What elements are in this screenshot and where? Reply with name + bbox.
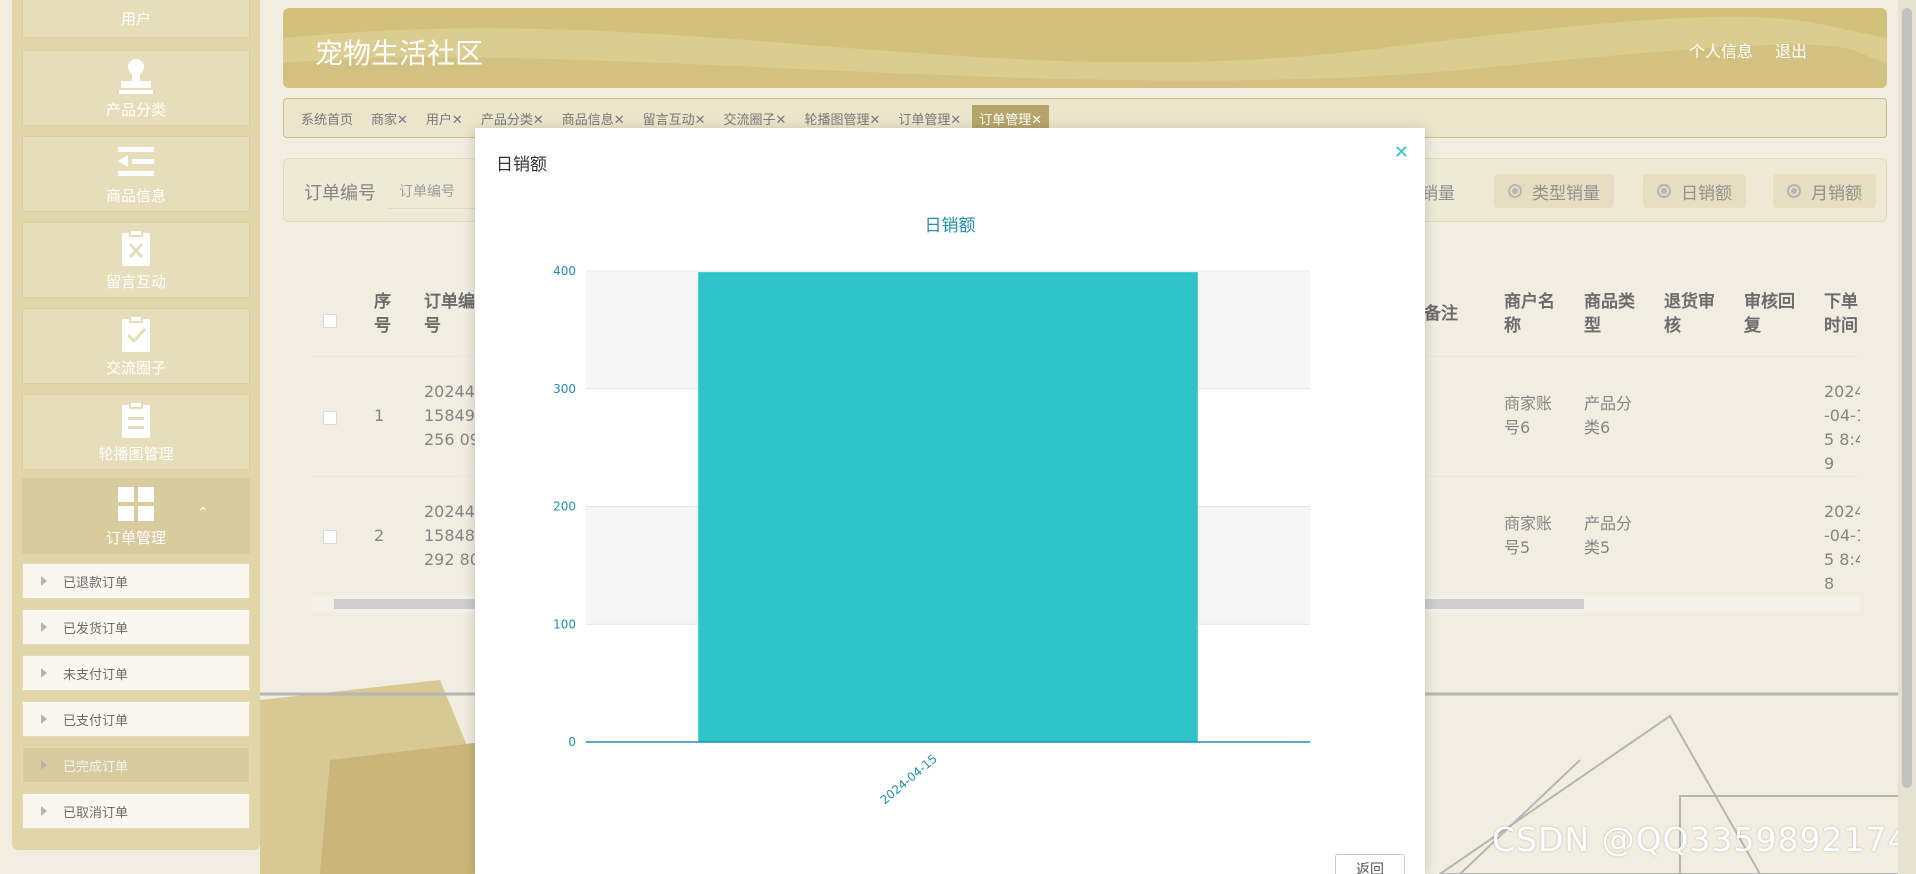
y-tick-label: 200	[553, 500, 576, 514]
chart-title: 日销额	[925, 216, 976, 236]
x-tick-label: 2024-04-15	[877, 752, 939, 808]
y-tick-label: 0	[568, 735, 576, 749]
daily-sales-modal: 日销额 ✕ 日销额 0 100 200 300 400 2024-04-15 返回	[475, 128, 1425, 874]
watermark: CSDN @QQ3359892174	[1492, 820, 1910, 859]
scrollbar-thumb[interactable]	[1902, 8, 1912, 788]
bar[interactable]	[698, 272, 1198, 742]
y-tick-label: 100	[553, 617, 576, 631]
back-button[interactable]: 返回	[1335, 854, 1405, 874]
y-tick-label: 400	[553, 264, 576, 278]
page-vertical-scrollbar[interactable]	[1898, 0, 1916, 874]
daily-sales-chart: 日销额 0 100 200 300 400 2024-04-15	[553, 216, 1310, 808]
y-tick-label: 300	[553, 382, 576, 396]
